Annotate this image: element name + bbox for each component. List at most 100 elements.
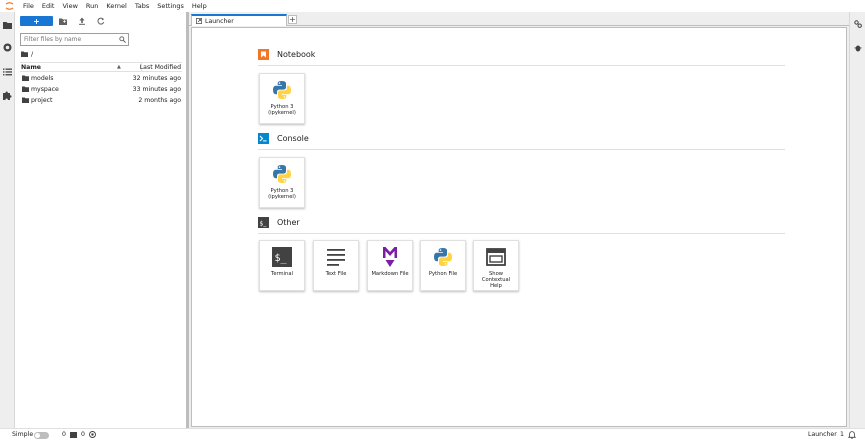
folder-icon [22, 97, 29, 103]
last-modified-column-header[interactable]: Last Modified [140, 64, 181, 71]
contextual-help-icon [485, 246, 507, 268]
debugger-bug-icon[interactable] [854, 44, 862, 52]
card-label-line2: (ipykernel) [268, 194, 296, 200]
file-filter-field[interactable] [20, 33, 129, 46]
section-other: $_ Other [258, 216, 300, 228]
terminal-status-icon[interactable] [70, 432, 77, 438]
card-notebook-python3[interactable]: Python 3 (ipykernel) [259, 73, 305, 124]
breadcrumb-root[interactable]: / [31, 50, 33, 58]
main-dock-area: Launcher + Notebook Python 3 (ipykernel) … [189, 12, 849, 428]
section-divider [258, 149, 785, 150]
python-logo-icon [271, 79, 293, 101]
property-inspector-gears-icon[interactable] [854, 20, 862, 28]
card-label: Text File [325, 271, 347, 277]
other-terminal-icon: $_ [258, 216, 269, 228]
upload-icon[interactable] [78, 17, 86, 25]
breadcrumb: / [21, 50, 33, 58]
section-title-text: Notebook [277, 49, 316, 59]
launcher-tab-icon [196, 18, 202, 24]
tab-label: Launcher [205, 17, 234, 25]
python-logo-icon [271, 163, 293, 185]
folder-icon[interactable] [3, 20, 12, 29]
file-list-header: Name ▲ Last Modified [20, 62, 182, 72]
svg-text:$_: $_ [260, 220, 268, 227]
extension-puzzle-icon[interactable] [3, 91, 12, 100]
menu-settings[interactable]: Settings [153, 0, 188, 12]
file-row-models[interactable]: models 32 minutes ago [20, 73, 182, 84]
section-console: Console [258, 132, 309, 144]
svg-text:$_: $_ [275, 253, 288, 264]
terminal-count[interactable]: 0 [62, 431, 66, 438]
folder-icon[interactable] [21, 51, 28, 57]
simple-mode-label: Simple [12, 431, 34, 438]
kernel-count[interactable]: 0 [81, 431, 85, 438]
file-filter-input[interactable] [21, 34, 116, 45]
card-label: Markdown File [371, 271, 409, 277]
table-of-contents-icon[interactable] [3, 67, 12, 76]
status-bar: Simple 0 0 Launcher 1 [0, 428, 865, 440]
card-console-python3[interactable]: Python 3 (ipykernel) [259, 157, 305, 208]
folder-icon [22, 86, 29, 92]
menu-file[interactable]: File [19, 0, 38, 12]
card-label-line2: (ipykernel) [268, 110, 296, 116]
file-modified: 2 months ago [138, 97, 181, 104]
file-name: myspace [31, 86, 59, 93]
section-divider [258, 233, 785, 234]
card-markdown-file[interactable]: Markdown File [367, 240, 413, 291]
menu-bar: File Edit View Run Kernel Tabs Settings … [0, 0, 865, 12]
notification-bell-icon[interactable] [848, 431, 856, 439]
active-document-name: Launcher [808, 431, 837, 438]
launcher-panel: Notebook Python 3 (ipykernel) Console Pyt… [191, 27, 847, 427]
file-name: models [31, 75, 54, 82]
card-label: Python 3 (ipykernel) [260, 188, 304, 200]
jupyter-logo-icon [3, 0, 15, 12]
name-column-header[interactable]: Name [21, 64, 41, 71]
file-browser-toolbar: + [15, 12, 186, 30]
file-browser-panel: + / Name ▲ Last Modified models 32 minut… [15, 12, 186, 428]
new-launcher-button[interactable]: + [20, 16, 53, 26]
notebook-icon [258, 48, 269, 60]
left-activity-bar [0, 12, 15, 428]
terminal-icon: $_ [271, 246, 293, 268]
right-sidebar [849, 12, 865, 428]
new-folder-icon[interactable] [59, 17, 67, 25]
running-sessions-icon[interactable] [3, 43, 12, 52]
menu-kernel[interactable]: Kernel [102, 0, 130, 12]
menu-help[interactable]: Help [188, 0, 211, 12]
markdown-icon [379, 246, 401, 268]
file-row-project[interactable]: project 2 months ago [20, 95, 182, 106]
file-row-myspace[interactable]: myspace 33 minutes ago [20, 84, 182, 95]
file-modified: 33 minutes ago [132, 86, 181, 93]
file-modified: 32 minutes ago [132, 75, 181, 82]
section-title-text: Console [277, 133, 309, 143]
simple-mode-toggle[interactable] [34, 432, 49, 439]
card-label: Terminal [271, 271, 293, 277]
section-notebook: Notebook [258, 48, 315, 60]
card-contextual-help[interactable]: Show Contextual Help [473, 240, 519, 291]
section-title-text: Other [277, 217, 300, 227]
kernel-status-icon[interactable] [89, 431, 96, 438]
refresh-icon[interactable] [97, 17, 105, 25]
menu-view[interactable]: View [58, 0, 81, 12]
menu-run[interactable]: Run [82, 0, 102, 12]
add-tab-button[interactable]: + [288, 15, 297, 24]
menu-tabs[interactable]: Tabs [131, 0, 153, 12]
python-logo-icon [432, 246, 454, 268]
folder-icon [22, 75, 29, 81]
card-terminal[interactable]: $_ Terminal [259, 240, 305, 291]
card-label-line3: Help [490, 283, 502, 289]
tab-bar: Launcher + [189, 12, 849, 26]
sort-ascending-icon: ▲ [117, 64, 121, 70]
search-icon [119, 36, 126, 43]
section-divider [258, 65, 785, 66]
notification-count[interactable]: 1 [840, 431, 844, 438]
tab-launcher[interactable]: Launcher [191, 14, 287, 26]
text-file-icon [325, 246, 347, 268]
card-label: Python File [428, 271, 458, 277]
console-icon [258, 132, 269, 144]
card-label: Python 3 (ipykernel) [260, 104, 304, 116]
card-python-file[interactable]: Python File [420, 240, 466, 291]
file-name: project [31, 97, 53, 104]
card-text-file[interactable]: Text File [313, 240, 359, 291]
menu-edit[interactable]: Edit [38, 0, 59, 12]
